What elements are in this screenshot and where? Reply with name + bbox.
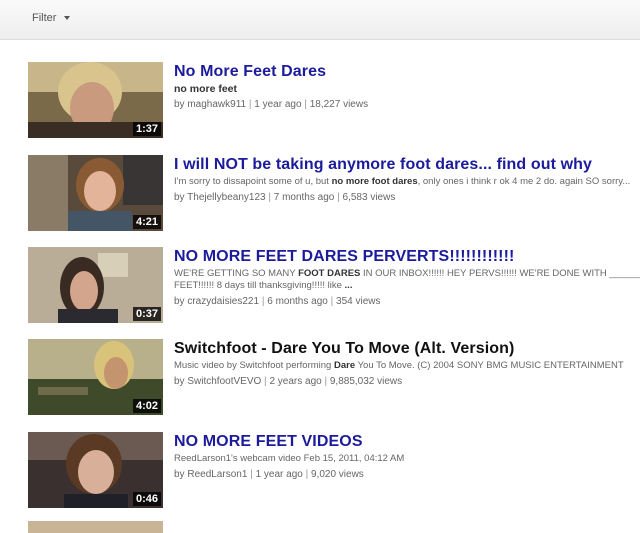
description-text: WE'RE GETTING SO MANY [174, 268, 299, 279]
upload-age: 6 months ago [267, 296, 328, 307]
result-item: 4:21 I will NOT be taking anymore foot d… [28, 155, 640, 231]
video-title-link[interactable]: NO MORE FEET VIDEOS [174, 432, 640, 452]
upload-age: 2 years ago [269, 376, 322, 387]
view-count: 18,227 views [309, 99, 369, 110]
view-count: 6,583 views [342, 192, 396, 203]
description-highlight: Dare [333, 360, 356, 371]
chevron-down-icon [64, 16, 71, 21]
video-info: by crazydaisies221 | 6 months ago | 354 … [174, 296, 381, 307]
video-description: I'm sorry to dissapoint some of u, but n… [174, 176, 640, 188]
result-meta: Switchfoot - Dare You To Move (Alt. Vers… [174, 339, 640, 388]
video-info: by SwitchfootVEVO | 2 years ago | 9,885,… [174, 376, 403, 387]
upload-age: 7 months ago [273, 192, 335, 203]
video-thumbnail[interactable]: 0:37 [28, 247, 163, 323]
video-thumbnail[interactable]: 4:21 [28, 155, 163, 231]
result-meta: I will NOT be taking anymore foot dares.… [174, 155, 640, 204]
result-meta: NO MORE FEET DARES PERVERTS!!!!!!!!!!!! … [174, 247, 640, 308]
description-text: I'm sorry to dissapoint some of u, but [174, 176, 332, 187]
description-text: , only ones i think r ok 4 me 2 do. agai… [417, 176, 631, 187]
filter-bar: Filter [0, 0, 640, 40]
video-thumbnail[interactable]: 0:46 [28, 432, 163, 508]
video-title-link[interactable]: No More Feet Dares [174, 62, 640, 82]
uploader-link[interactable]: crazydaisies221 [187, 296, 259, 307]
view-count: 354 views [336, 296, 381, 307]
video-description: Music video by Switchfoot performing Dar… [174, 360, 640, 372]
filter-label: Filter [32, 12, 57, 24]
video-description: WE'RE GETTING SO MANY FOOT DARES IN OUR … [174, 268, 640, 292]
description-text: You To Move. (C) 2004 SONY BMG MUSIC ENT… [355, 360, 624, 371]
video-description: ReedLarson1's webcam video Feb 15, 2011,… [174, 453, 640, 465]
result-item: 0:37 NO MORE FEET DARES PERVERTS!!!!!!!!… [28, 247, 640, 323]
description-highlight: ... [344, 280, 353, 291]
video-thumbnail[interactable]: 1:37 [28, 62, 163, 138]
video-title-link[interactable]: I will NOT be taking anymore foot dares.… [174, 155, 640, 175]
view-count: 9,020 views [311, 469, 364, 480]
result-item: 4:02 Switchfoot - Dare You To Move (Alt.… [28, 339, 640, 415]
video-description: no more feet [174, 83, 640, 95]
description-highlight: FOOT DARES [298, 268, 361, 279]
video-duration: 1:37 [132, 122, 161, 136]
video-title-link[interactable]: NO MORE FEET DARES PERVERTS!!!!!!!!!!!! [174, 247, 640, 267]
uploader-link[interactable]: SwitchfootVEVO [187, 376, 261, 387]
video-thumbnail-partial[interactable] [28, 521, 163, 533]
uploader-link[interactable]: ReedLarson1 [187, 469, 247, 480]
view-count: 9,885,032 views [329, 376, 403, 387]
video-info: by Thejellybeany123 | 7 months ago | 6,5… [174, 192, 396, 203]
video-duration: 0:46 [132, 492, 161, 506]
result-meta: No More Feet Dares no more feet by magha… [174, 62, 640, 111]
filter-button[interactable]: Filter [32, 12, 71, 24]
video-info: by ReedLarson1 | 1 year ago | 9,020 view… [174, 469, 364, 480]
upload-age: 1 year ago [255, 469, 303, 480]
result-meta: NO MORE FEET VIDEOS ReedLarson1's webcam… [174, 432, 640, 481]
video-info: by maghawk911 | 1 year ago | 18,227 view… [174, 99, 369, 110]
video-thumbnail[interactable]: 4:02 [28, 339, 163, 415]
description-highlight: no more foot dares [331, 176, 418, 187]
upload-age: 1 year ago [254, 99, 302, 110]
result-item: 1:37 No More Feet Dares no more feet by … [28, 62, 640, 138]
video-duration: 0:37 [132, 307, 161, 321]
uploader-link[interactable]: Thejellybeany123 [187, 192, 265, 203]
video-duration: 4:21 [132, 215, 161, 229]
description-text: ReedLarson1's webcam video Feb 15, 2011,… [174, 453, 405, 464]
description-text: Music video by Switchfoot performing [174, 360, 334, 371]
uploader-link[interactable]: maghawk911 [187, 99, 246, 110]
video-duration: 4:02 [132, 399, 161, 413]
result-item: 0:46 NO MORE FEET VIDEOS ReedLarson1's w… [28, 432, 640, 508]
description-text: no more feet [174, 83, 238, 95]
video-title-link[interactable]: Switchfoot - Dare You To Move (Alt. Vers… [174, 339, 640, 359]
